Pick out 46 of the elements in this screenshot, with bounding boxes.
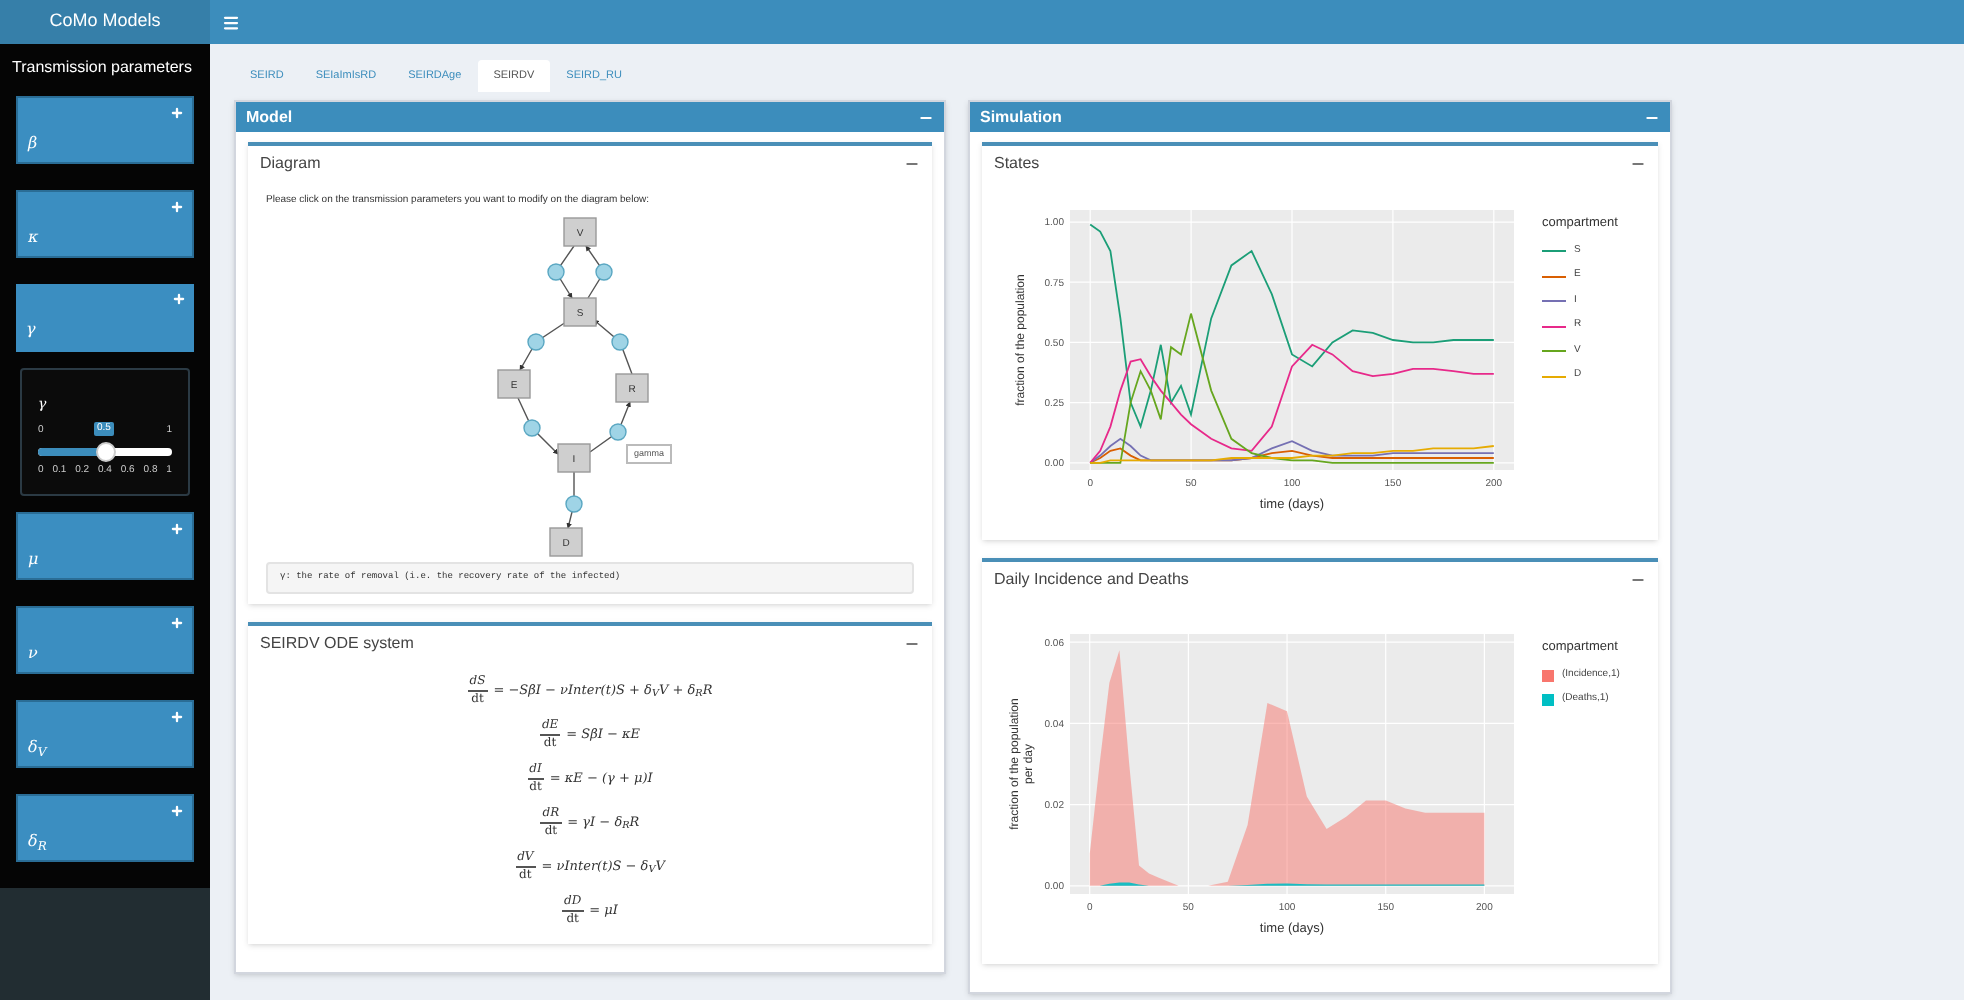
parameter-header[interactable]: γ [16,284,194,352]
expand-icon [170,616,184,630]
box-title: Daily Incidence and Deaths [994,568,1189,592]
parameter-header[interactable]: ν [16,606,194,674]
arrow [555,244,575,298]
logo: CoMo Models [0,0,210,44]
arrow [593,318,633,374]
parameter-header[interactable]: κ [16,190,194,258]
parameter-node[interactable] [609,422,627,440]
expand-icon [172,292,186,306]
arrow [566,470,575,528]
box-title: Simulation [980,105,1062,129]
parameter-symbol: β [28,132,38,156]
box-title: SEIRDV ODE system [260,632,414,657]
expand-icon [170,710,184,724]
parameter-header[interactable]: δ$_{V}$ [16,700,194,768]
parameter-symbol: γ [26,318,36,342]
parameter-header[interactable]: μ [16,512,194,580]
parameter-symbol: κ [28,226,39,250]
parameter-node[interactable] [547,262,565,280]
box-title: States [994,152,1040,176]
menu-icon [222,13,240,31]
expand-icon [170,200,184,214]
expand-icon [170,106,184,120]
sidebar-title: Transmission parameters [12,56,194,80]
parameter-symbol: δ$_{V}$ [28,736,47,760]
parameter-node[interactable] [527,332,545,350]
arrow [519,320,567,370]
arrow [585,244,605,298]
parameter-symbol: μ [28,548,39,572]
expand-icon [170,522,184,536]
box-title: Model [246,105,293,129]
parameter-node[interactable] [611,332,629,350]
expand-icon [170,804,184,818]
slider-thumb[interactable] [95,441,115,461]
parameter-node[interactable] [565,494,583,512]
parameter-node[interactable] [595,262,613,280]
parameter-header[interactable]: δ$_{R}$ [16,794,194,862]
arrow [589,400,631,452]
box-title: Diagram [260,152,321,176]
slider-track[interactable] [38,447,172,455]
parameter-symbol: δ$_{R}$ [28,830,47,854]
parameter-node[interactable] [523,418,541,436]
arrow [517,396,559,454]
parameter-symbol: ν [28,642,38,666]
parameter-header[interactable]: β [16,96,194,164]
